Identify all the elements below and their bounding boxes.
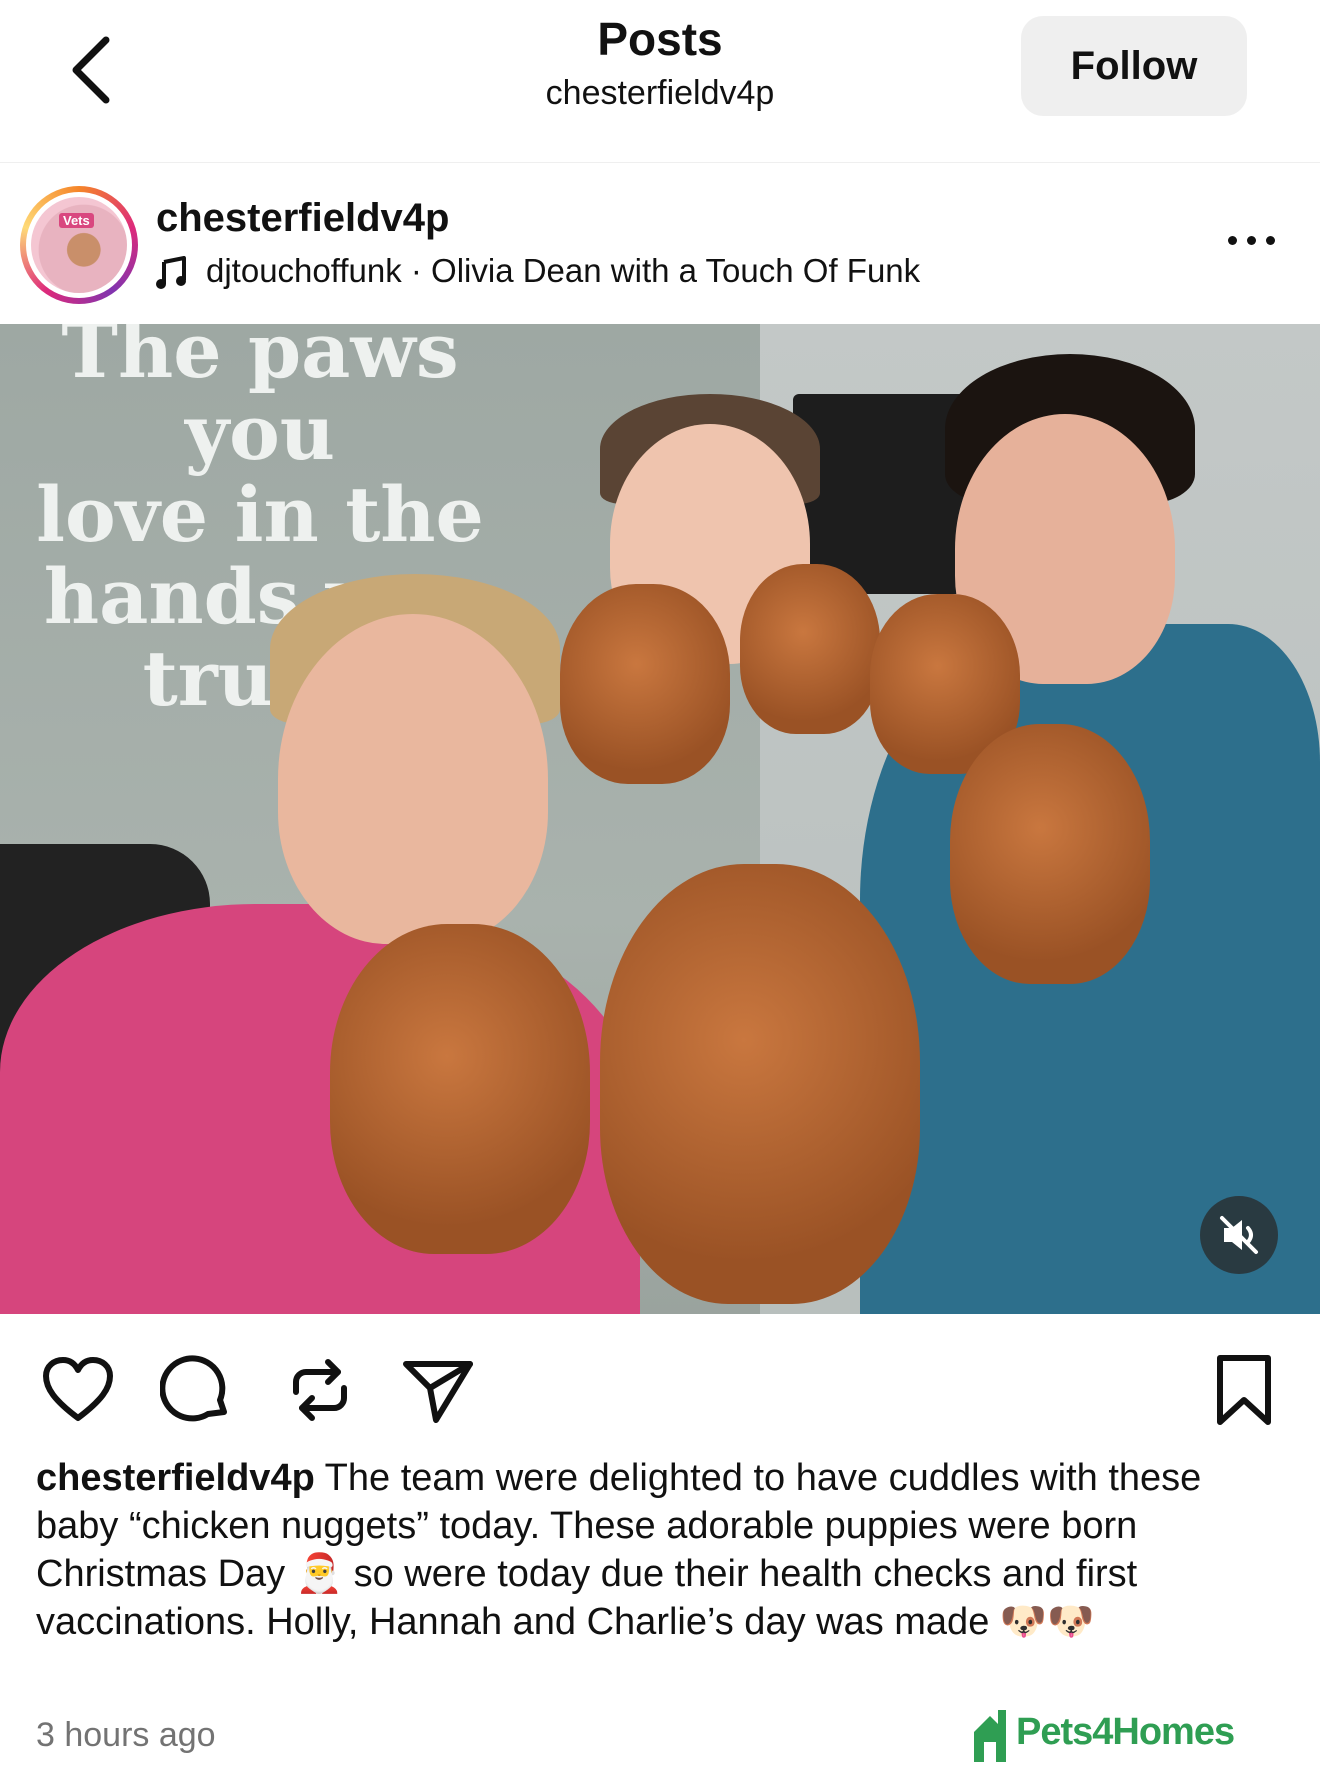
puppy (740, 564, 880, 734)
caption-username[interactable]: chesterfieldv4p (36, 1457, 315, 1499)
puppy (600, 864, 920, 1304)
post-caption: chesterfieldv4p The team were delighted … (36, 1454, 1286, 1646)
avatar-brand-logo: Vets (59, 213, 94, 228)
follow-button[interactable]: Follow (1021, 16, 1247, 116)
like-button[interactable] (40, 1352, 116, 1428)
volume-mute-icon (1220, 1216, 1258, 1254)
mute-button[interactable] (1200, 1196, 1278, 1274)
bookmark-icon (1217, 1355, 1271, 1425)
send-icon (403, 1361, 473, 1423)
comment-button[interactable] (159, 1352, 236, 1428)
post-timestamp: 3 hours ago (36, 1716, 216, 1754)
puppy (330, 924, 590, 1254)
avatar[interactable]: Vets (20, 186, 138, 304)
save-button[interactable] (1206, 1352, 1282, 1428)
watermark-text: Pets4Homes (1016, 1711, 1235, 1753)
post-media[interactable]: The paws you love in the hands you trust… (0, 324, 1320, 1314)
more-horizontal-icon (1228, 236, 1237, 245)
puppy (560, 584, 730, 784)
repost-icon (293, 1359, 347, 1421)
avatar-image: Vets (31, 197, 127, 293)
comment-icon (159, 1355, 227, 1422)
music-note-icon (156, 256, 186, 289)
more-options-button[interactable] (1226, 226, 1280, 256)
top-bar: Posts chesterfieldv4p Follow (0, 0, 1320, 163)
share-button[interactable] (400, 1352, 476, 1428)
repost-button[interactable] (282, 1352, 358, 1428)
person-left-face (278, 614, 548, 944)
audio-track-link[interactable]: djtouchoffunk · Olivia Dean with a Touch… (206, 252, 920, 290)
pets4homes-logo-icon (974, 1710, 1006, 1762)
heart-icon (43, 1357, 113, 1421)
puppy (950, 724, 1150, 984)
post-username[interactable]: chesterfieldv4p (156, 196, 449, 241)
